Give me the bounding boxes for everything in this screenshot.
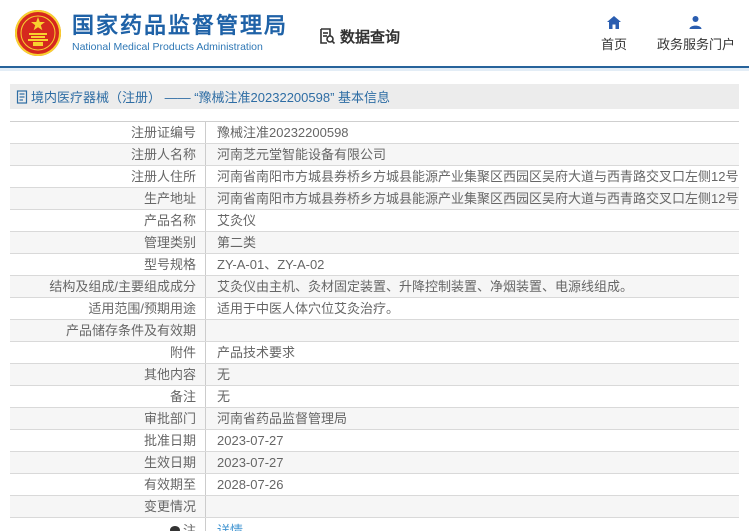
- nav-home[interactable]: 首页: [601, 14, 627, 53]
- row-value: 2023-07-27: [217, 455, 284, 470]
- row-label: 产品名称: [10, 210, 206, 231]
- row-label-text: 其他内容: [143, 367, 196, 382]
- header-separator-light: [0, 68, 749, 71]
- row-label: 注册人住所: [10, 166, 206, 187]
- table-row: 有效期至 2028-07-26: [10, 474, 739, 496]
- row-label: 附件: [10, 342, 206, 363]
- row-label-text: 审批部门: [143, 411, 196, 426]
- row-value: 详情: [206, 518, 739, 531]
- row-value: 产品技术要求: [217, 345, 296, 360]
- row-label-text: 有效期至: [143, 477, 196, 492]
- row-label: 管理类别: [10, 232, 206, 253]
- table-row: 备注 无: [10, 386, 739, 408]
- detail-link[interactable]: 详情: [217, 523, 243, 531]
- nav-portal[interactable]: 政务服务门户: [657, 14, 735, 53]
- table-row: 注册人住所 河南省南阳市方城县券桥乡方城县能源产业集聚区西园区吴府大道与西青路交叉…: [10, 166, 739, 188]
- row-value: 第二类: [217, 235, 257, 250]
- table-row: 变更情况: [10, 496, 739, 518]
- row-label: 注册证编号: [10, 122, 206, 143]
- row-label-text: 产品名称: [143, 213, 196, 228]
- row-value: 河南省南阳市方城县券桥乡方城县能源产业集聚区西园区吴府大道与西青路交叉口左侧12…: [217, 191, 739, 206]
- row-value: 适用于中医人体穴位艾灸治疗。: [217, 301, 400, 316]
- row-label: 备注: [10, 386, 206, 407]
- table-row: 产品储存条件及有效期: [10, 320, 739, 342]
- row-value: ZY-A-01、ZY-A-02: [217, 257, 325, 272]
- row-value: 无: [217, 367, 231, 382]
- row-value: 2023-07-27: [217, 433, 284, 448]
- comment-icon: [169, 525, 181, 531]
- row-label-text: 注册人住所: [130, 169, 196, 184]
- page-title-bar: 境内医疗器械（注册） —— “豫械注准20232200598” 基本信息: [10, 84, 739, 109]
- person-icon: [688, 14, 703, 30]
- row-label: 有效期至: [10, 474, 206, 495]
- row-label: 注: [10, 518, 206, 531]
- table-row: 注册证编号 豫械注准20232200598: [10, 122, 739, 144]
- row-value: 河南芝元堂智能设备有限公司: [217, 147, 387, 162]
- row-value: 无: [217, 389, 231, 404]
- data-query-label: 数据查询: [340, 28, 401, 46]
- row-label: 批准日期: [10, 430, 206, 451]
- table-row: 审批部门 河南省药品监督管理局: [10, 408, 739, 430]
- data-query-nav[interactable]: 数据查询: [318, 26, 400, 47]
- row-label: 其他内容: [10, 364, 206, 385]
- row-label: 适用范围/预期用途: [10, 298, 206, 319]
- table-row: 型号规格 ZY-A-01、ZY-A-02: [10, 254, 739, 276]
- table-row: 生效日期 2023-07-27: [10, 452, 739, 474]
- agency-title-block: 国家药品监督管理局 National Medical Products Admi…: [72, 13, 288, 53]
- nav-portal-label: 政务服务门户: [656, 36, 735, 52]
- row-value: 艾灸仪: [217, 213, 257, 228]
- row-label: 生产地址: [10, 188, 206, 209]
- row-label-text: 型号规格: [143, 257, 196, 272]
- row-label-text: 注: [182, 523, 196, 531]
- national-emblem-logo: [14, 9, 62, 57]
- row-label: 注册人名称: [10, 144, 206, 165]
- document-icon: [16, 89, 28, 104]
- row-label-text: 结构及组成/主要组成成分: [49, 279, 196, 294]
- row-label-text: 适用范围/预期用途: [88, 301, 196, 316]
- row-label-text: 变更情况: [143, 499, 196, 514]
- top-nav: 首页 政务服务门户: [601, 14, 735, 53]
- row-label: 结构及组成/主要组成成分: [10, 276, 206, 297]
- row-label: 产品储存条件及有效期: [10, 320, 206, 341]
- nav-home-label: 首页: [600, 36, 627, 52]
- agency-name-en: National Medical Products Administration: [72, 41, 263, 53]
- row-label-text: 备注: [169, 389, 196, 404]
- row-label-text: 生效日期: [143, 455, 196, 470]
- table-row: 产品名称 艾灸仪: [10, 210, 739, 232]
- row-label-text: 注册人名称: [130, 147, 196, 162]
- row-label: 型号规格: [10, 254, 206, 275]
- row-label-text: 附件: [169, 345, 196, 360]
- table-row: 其他内容 无: [10, 364, 739, 386]
- row-value: 河南省南阳市方城县券桥乡方城县能源产业集聚区西园区吴府大道与西青路交叉口左侧12…: [217, 169, 739, 184]
- table-row: 适用范围/预期用途 适用于中医人体穴位艾灸治疗。: [10, 298, 739, 320]
- table-row: 附件 产品技术要求: [10, 342, 739, 364]
- row-label-text: 注册证编号: [130, 125, 196, 140]
- row-value: 河南省药品监督管理局: [217, 411, 348, 426]
- table-row: 结构及组成/主要组成成分 艾灸仪由主机、灸材固定装置、升降控制装置、净烟装置、电源…: [10, 276, 739, 298]
- row-value: 豫械注准20232200598: [217, 125, 349, 140]
- row-label: 审批部门: [10, 408, 206, 429]
- row-value: 2028-07-26: [217, 477, 284, 492]
- agency-name-cn: 国家药品监督管理局: [72, 13, 289, 38]
- row-value: 艾灸仪由主机、灸材固定装置、升降控制装置、净烟装置、电源线组成。: [217, 279, 634, 294]
- row-label-text: 产品储存条件及有效期: [65, 323, 196, 338]
- row-label: 变更情况: [10, 496, 206, 517]
- table-row: 批准日期 2023-07-27: [10, 430, 739, 452]
- registration-info-table: 注册证编号 豫械注准20232200598 注册人名称 河南芝元堂智能设备有限公司 注册…: [10, 121, 739, 531]
- row-label: 生效日期: [10, 452, 206, 473]
- site-header: 国家药品监督管理局 National Medical Products Admi…: [0, 0, 749, 66]
- row-label-text: 批准日期: [143, 433, 196, 448]
- table-row: 管理类别 第二类: [10, 232, 739, 254]
- table-row: 生产地址 河南省南阳市方城县券桥乡方城县能源产业集聚区西园区吴府大道与西青路交叉口…: [10, 188, 739, 210]
- row-value: [206, 320, 739, 341]
- row-label-text: 生产地址: [143, 191, 196, 206]
- table-row: 注 详情: [10, 518, 739, 531]
- document-search-icon: [320, 28, 336, 45]
- page-title: 境内医疗器械（注册） —— “豫械注准20232200598” 基本信息: [31, 90, 391, 105]
- table-row: 注册人名称 河南芝元堂智能设备有限公司: [10, 144, 739, 166]
- page: 国家药品监督管理局 National Medical Products Admi…: [0, 0, 749, 531]
- home-icon: [606, 14, 622, 30]
- row-label-text: 管理类别: [143, 235, 196, 250]
- row-value: [206, 496, 739, 517]
